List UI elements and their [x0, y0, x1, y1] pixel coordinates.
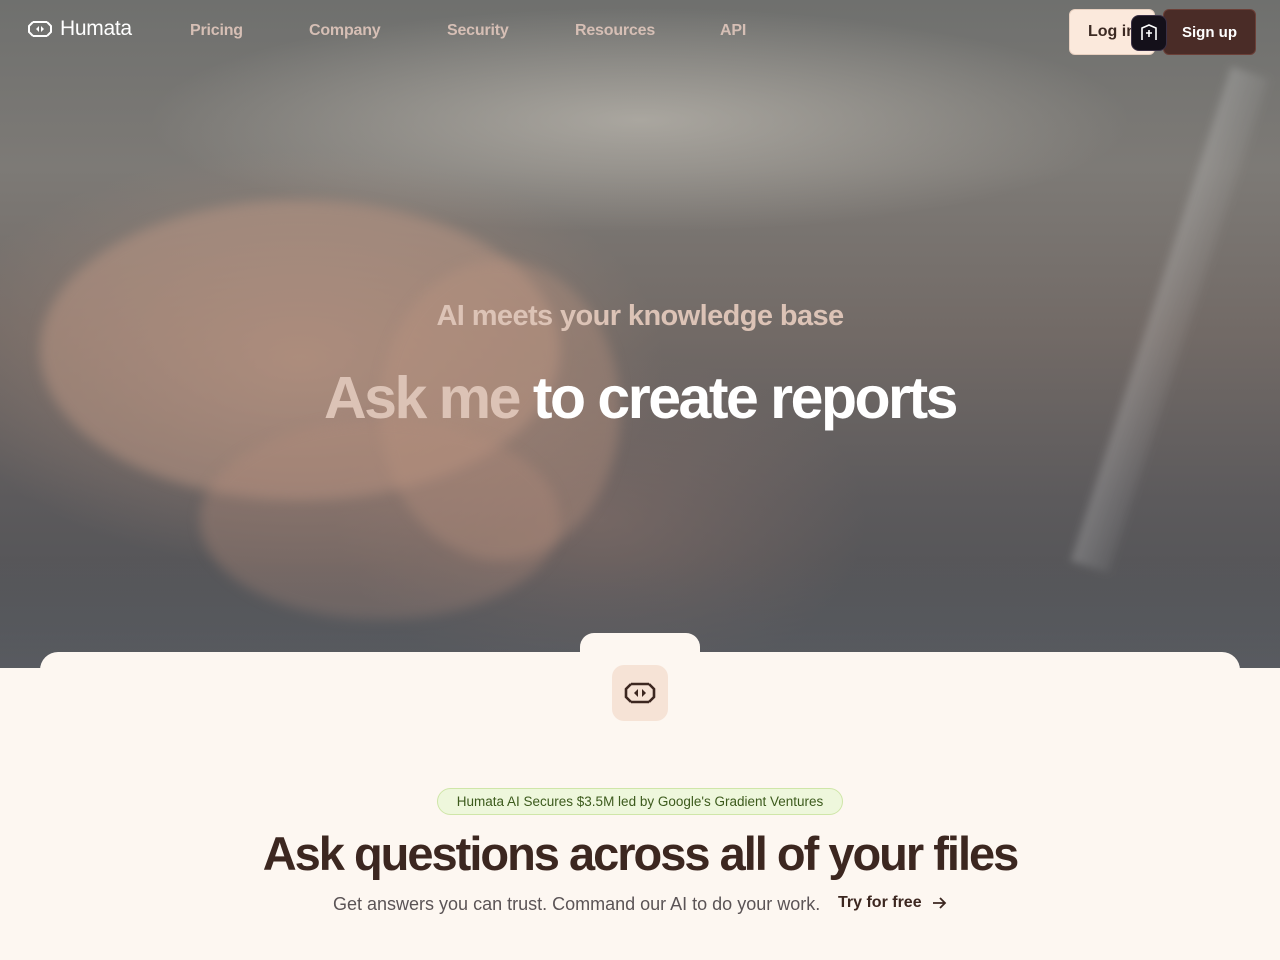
hero-title-accent: Ask me	[324, 365, 521, 431]
hero-subtitle: AI meets your knowledge base	[436, 300, 844, 332]
humata-logo-icon	[28, 21, 52, 37]
news-announcement-pill[interactable]: Humata AI Secures $3.5M led by Google's …	[437, 788, 843, 815]
nav-item-security[interactable]: Security	[447, 22, 509, 40]
signup-button-label: Sign up	[1182, 23, 1237, 41]
try-for-free-label: Try for free	[838, 894, 922, 911]
section-subtitle: Get answers you can trust. Command our A…	[333, 894, 821, 914]
hero-title: Ask me to create reports	[0, 364, 1280, 432]
brand-name: Humata	[60, 17, 132, 40]
nav-item-pricing[interactable]: Pricing	[190, 22, 243, 40]
try-for-free-link[interactable]: Try for free	[838, 894, 948, 912]
section-title: Ask questions across all of your files	[262, 827, 1020, 880]
login-button-label: Log in	[1088, 23, 1136, 40]
hero-background-image	[0, 0, 1280, 668]
hero-title-rest: to create reports	[532, 365, 959, 431]
browser-extension-icon[interactable]	[1131, 15, 1167, 51]
arrow-right-icon	[932, 897, 946, 909]
brand-logo[interactable]: Humata	[28, 17, 132, 41]
signup-button[interactable]: Sign up	[1163, 9, 1256, 55]
nav-item-api[interactable]: API	[720, 22, 746, 40]
news-pill-text: Humata AI Secures $3.5M led by Google's …	[456, 794, 824, 809]
humata-app-icon	[612, 665, 668, 721]
nav-item-company[interactable]: Company	[309, 22, 381, 40]
nav-item-resources[interactable]: Resources	[575, 22, 655, 40]
